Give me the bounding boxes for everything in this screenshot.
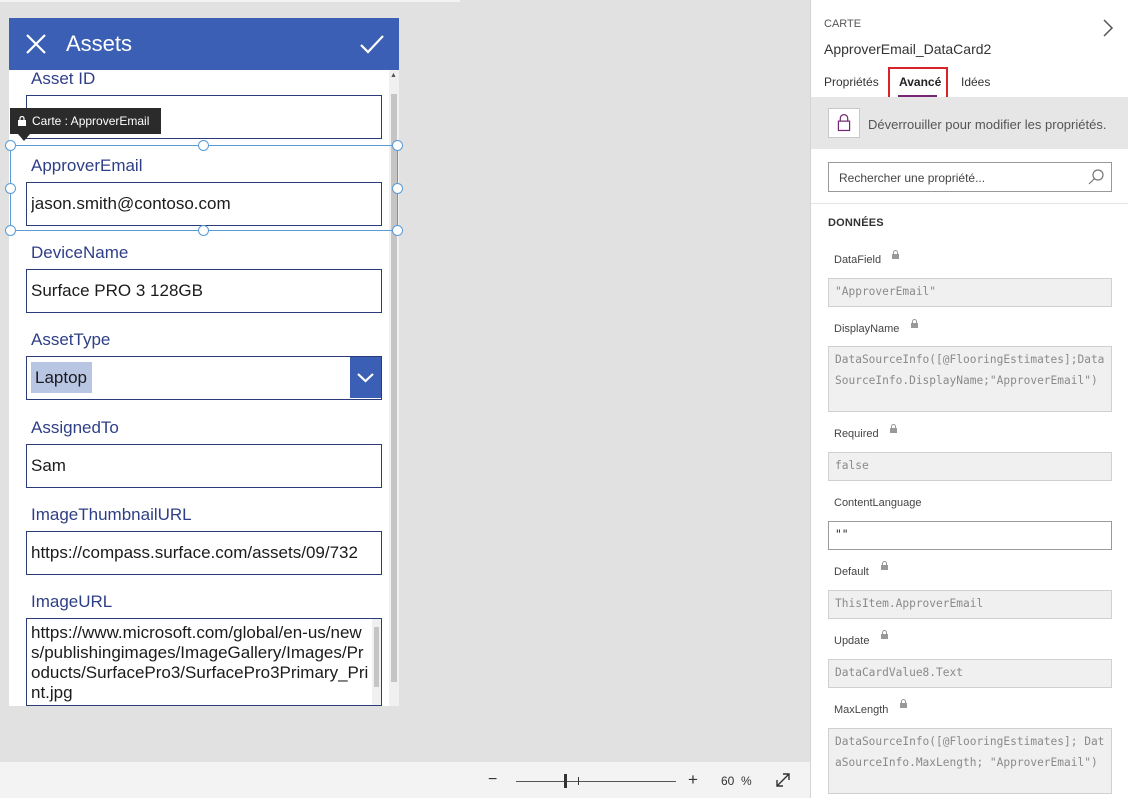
prop-name-datafield: DataField bbox=[834, 254, 882, 266]
chevron-down-icon bbox=[357, 373, 374, 383]
panel-kind: CARTE bbox=[824, 18, 862, 30]
zoom-default-tick bbox=[578, 777, 579, 785]
tooltip-text: Carte : ApproverEmail bbox=[32, 114, 150, 128]
canvas: Assets Asset ID ApproverEmail jason.smit… bbox=[0, 0, 810, 762]
app-header: Assets bbox=[9, 18, 399, 70]
zoom-slider-thumb[interactable] bbox=[564, 774, 567, 788]
prop-value-datafield[interactable]: "ApproverEmail" bbox=[828, 278, 1112, 307]
zoom-slider-track[interactable] bbox=[516, 781, 676, 782]
lock-icon bbox=[881, 561, 888, 570]
image-url-textarea[interactable]: https://www.microsoft.com/global/en-us/n… bbox=[26, 618, 382, 706]
prop-value-required[interactable]: false bbox=[828, 452, 1112, 481]
app-title: Assets bbox=[66, 31, 133, 56]
resize-handle-right[interactable] bbox=[392, 183, 403, 194]
zoom-out-button[interactable]: − bbox=[488, 771, 497, 789]
prop-value-default[interactable]: ThisItem.ApproverEmail bbox=[828, 590, 1112, 619]
device-name-value: Surface PRO 3 128GB bbox=[31, 281, 203, 300]
search-placeholder: Rechercher une propriété... bbox=[839, 171, 986, 185]
resize-handle-top-left[interactable] bbox=[5, 140, 16, 151]
assigned-to-value: Sam bbox=[31, 456, 66, 475]
image-url-scroll-thumb[interactable] bbox=[374, 627, 379, 687]
resize-handle-left[interactable] bbox=[5, 183, 16, 194]
resize-handle-top[interactable] bbox=[198, 140, 209, 151]
resize-handle-top-right[interactable] bbox=[392, 140, 403, 151]
prop-value-update[interactable]: DataCardValue8.Text bbox=[828, 659, 1112, 688]
field-label-assigned-to: AssignedTo bbox=[31, 418, 119, 437]
scroll-up-icon[interactable]: ▲ bbox=[390, 72, 397, 79]
assigned-to-input[interactable]: Sam bbox=[26, 444, 382, 488]
resize-handle-bottom-left[interactable] bbox=[5, 225, 16, 236]
tab-ideas[interactable]: Idées bbox=[961, 75, 990, 89]
image-thumbnail-url-input[interactable]: https://compass.surface.com/assets/09/73… bbox=[26, 531, 382, 575]
asset-type-dropdown[interactable]: Laptop bbox=[26, 356, 382, 400]
padlock-icon bbox=[837, 114, 851, 132]
expand-icon[interactable] bbox=[775, 772, 791, 788]
prop-value-displayname[interactable]: DataSourceInfo([@FlooringEstimates];Data… bbox=[828, 346, 1112, 412]
properties-panel: CARTE ApproverEmail_DataCard2 Propriétés… bbox=[810, 0, 1128, 798]
lock-icon bbox=[900, 699, 907, 708]
close-icon[interactable] bbox=[25, 33, 47, 55]
field-label-image-url: ImageURL bbox=[31, 592, 113, 611]
lock-icon bbox=[892, 250, 899, 259]
canvas-top-strip bbox=[0, 0, 460, 2]
prop-value-contentlanguage[interactable]: "" bbox=[828, 521, 1112, 550]
lock-icon bbox=[18, 116, 26, 126]
resize-handle-bottom-right[interactable] bbox=[392, 225, 403, 236]
prop-name-default: Default bbox=[834, 566, 869, 578]
lock-icon bbox=[881, 630, 888, 639]
prop-name-contentlanguage: ContentLanguage bbox=[834, 497, 922, 509]
property-search-input[interactable]: Rechercher une propriété... bbox=[828, 162, 1112, 192]
field-label-device-name: DeviceName bbox=[31, 243, 129, 262]
card-tooltip: Carte : ApproverEmail bbox=[10, 108, 161, 134]
section-title: DONNÉES bbox=[828, 217, 884, 229]
prop-value-maxlength[interactable]: DataSourceInfo([@FlooringEstimates]; Dat… bbox=[828, 728, 1112, 794]
field-label-asset-id: Asset ID bbox=[31, 69, 96, 88]
prop-name-maxlength: MaxLength bbox=[834, 704, 889, 716]
unlock-bar: Déverrouiller pour modifier les propriét… bbox=[811, 97, 1128, 149]
unlock-button[interactable] bbox=[828, 108, 860, 138]
unlock-text: Déverrouiller pour modifier les propriét… bbox=[868, 117, 1107, 132]
selected-card-outline bbox=[10, 145, 398, 231]
zoom-in-button[interactable]: + bbox=[688, 770, 698, 790]
chevron-right-icon[interactable] bbox=[1101, 17, 1115, 39]
lock-icon bbox=[890, 424, 897, 433]
image-thumbnail-url-value: https://compass.surface.com/assets/09/73… bbox=[31, 543, 358, 562]
panel-control-name: ApproverEmail_DataCard2 bbox=[824, 41, 992, 57]
image-url-value: https://www.microsoft.com/global/en-us/n… bbox=[31, 623, 369, 702]
field-label-image-thumbnail-url: ImageThumbnailURL bbox=[31, 505, 192, 524]
resize-handle-bottom[interactable] bbox=[198, 225, 209, 236]
zoom-bar: − + 60 % bbox=[0, 762, 810, 798]
prop-name-required: Required bbox=[834, 428, 879, 440]
zoom-level: 60 % bbox=[721, 774, 752, 788]
prop-name-update: Update bbox=[834, 635, 870, 647]
device-name-input[interactable]: Surface PRO 3 128GB bbox=[26, 269, 382, 313]
tab-properties[interactable]: Propriétés bbox=[824, 75, 879, 89]
lock-icon bbox=[911, 319, 918, 328]
tooltip-arrow bbox=[18, 134, 30, 141]
image-url-scrollbar[interactable] bbox=[372, 619, 381, 705]
asset-type-selected: Laptop bbox=[31, 362, 92, 393]
checkmark-icon[interactable] bbox=[359, 33, 385, 55]
search-icon[interactable] bbox=[1087, 168, 1105, 186]
prop-name-displayname: DisplayName bbox=[834, 323, 900, 335]
properties-list: DONNÉES DataField "ApproverEmail" Displa… bbox=[811, 203, 1128, 798]
field-label-asset-type: AssetType bbox=[31, 330, 111, 349]
dropdown-toggle[interactable] bbox=[350, 357, 381, 398]
